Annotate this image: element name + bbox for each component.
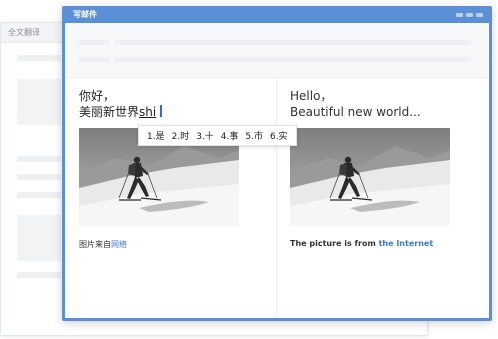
window-controls (456, 13, 483, 17)
ime-candidate[interactable]: 4.事 (221, 129, 239, 142)
placeholder-bar (17, 174, 61, 180)
translation-caption-text: The picture is from (290, 239, 379, 248)
source-line-2[interactable]: 美丽新世界shi (79, 104, 239, 120)
compose-window-title: 写邮件 (73, 10, 97, 19)
placeholder-block (17, 79, 61, 125)
committed-text: 美丽新世界 (79, 105, 140, 119)
source-caption-link[interactable]: 网络 (111, 240, 127, 249)
source-caption-text: 图片来自 (79, 240, 111, 249)
compose-header (65, 23, 489, 78)
ime-candidate[interactable]: 6.实 (270, 129, 288, 142)
translation-pane[interactable]: Hello， Beautiful new world... The pictur… (290, 78, 450, 248)
recipient-field-placeholder[interactable] (115, 40, 471, 45)
close-icon[interactable] (476, 13, 483, 17)
source-line-1: 你好， (79, 89, 116, 103)
ime-candidate[interactable]: 3.十 (196, 129, 214, 142)
maximize-icon[interactable] (466, 13, 473, 17)
source-caption: 图片来自网络 (79, 239, 239, 250)
translation-caption: The picture is from the Internet (290, 239, 450, 248)
ime-candidate-bar: 1.是 2.时 3.十 4.事 5.市 6.实 (138, 125, 297, 146)
ime-candidate[interactable]: 1.是 (147, 129, 165, 142)
subject-field-placeholder[interactable] (115, 57, 471, 62)
recipient-label-placeholder (79, 40, 109, 45)
ime-candidate[interactable]: 5.市 (245, 129, 263, 142)
placeholder-bar (17, 55, 61, 61)
skier-photo (290, 128, 450, 226)
translation-caption-link[interactable]: the Internet (379, 239, 434, 248)
placeholder-bar (17, 272, 61, 278)
placeholder-bar (17, 192, 61, 198)
source-pane[interactable]: 你好， 美丽新世界shi 图片来自网络 (79, 78, 239, 250)
placeholder-block (17, 215, 61, 261)
translation-line-1: Hello， (290, 89, 333, 103)
compose-window: 写邮件 你好， 美丽新世界shi 图片来自网络 Hello， Beautiful… (62, 6, 492, 321)
placeholder-bar (17, 156, 61, 162)
text-cursor (160, 105, 163, 117)
ime-candidate[interactable]: 2.时 (172, 129, 190, 142)
subject-label-placeholder (79, 57, 109, 62)
compose-window-titlebar[interactable]: 写邮件 (65, 6, 489, 23)
translation-line-2: Beautiful new world... (290, 105, 421, 119)
composing-text: shi (139, 105, 157, 119)
pane-divider (276, 78, 277, 318)
minimize-icon[interactable] (456, 13, 463, 17)
